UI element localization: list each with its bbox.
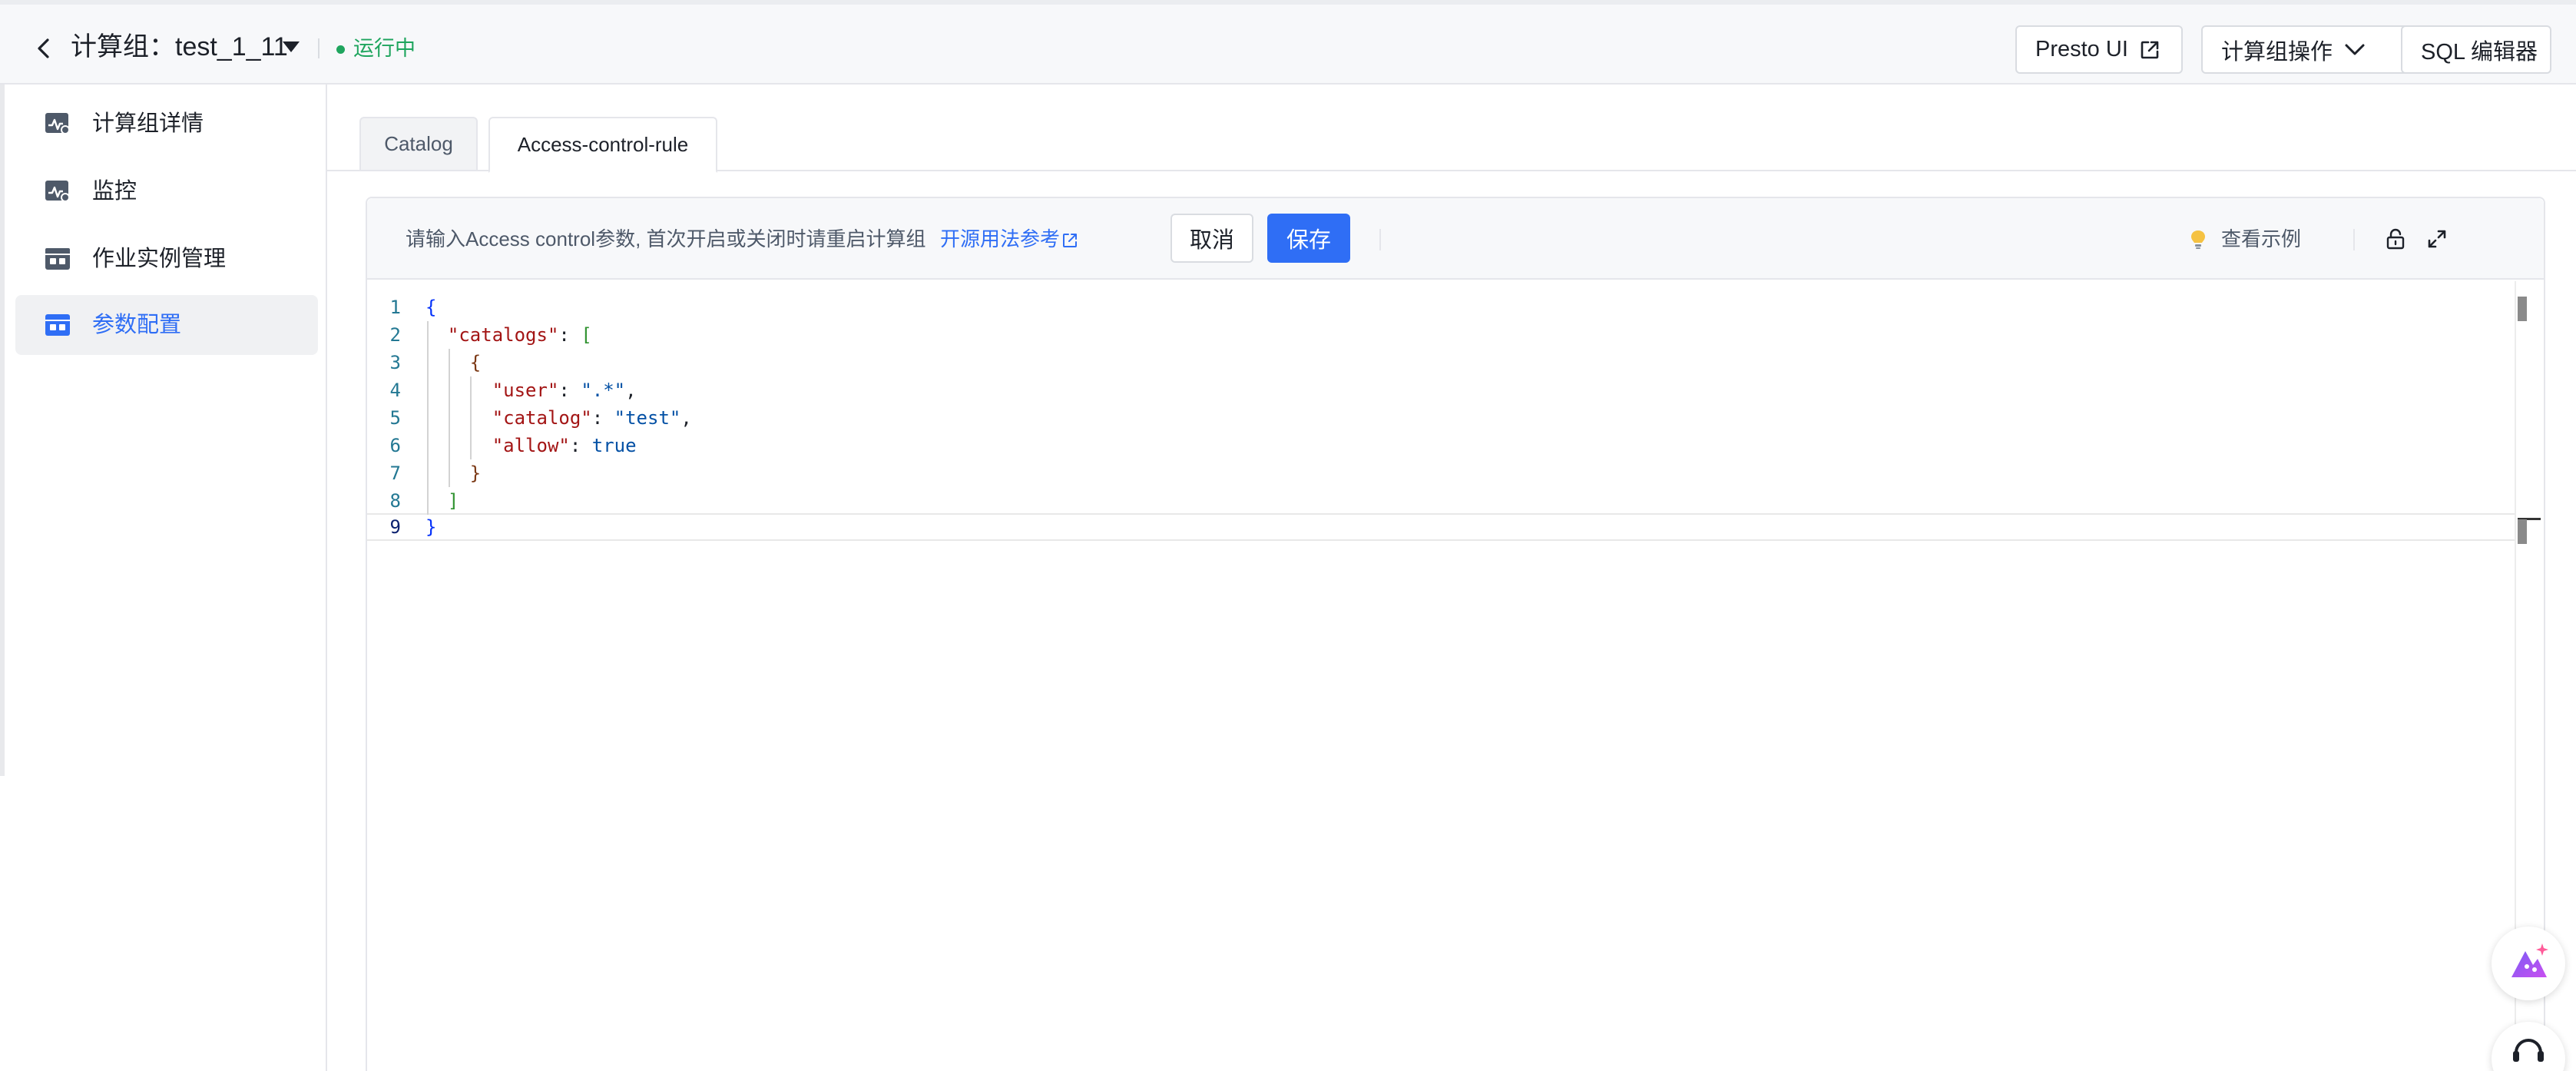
json-key: "catalog" <box>492 407 592 429</box>
code-text: "allow": true <box>492 435 637 456</box>
code-text: "catalogs": [ <box>447 324 592 346</box>
view-example-link[interactable]: 查看示例 <box>2221 224 2301 254</box>
line-number: 1 <box>389 297 401 318</box>
sidebar-item-monitoring[interactable]: 监控 <box>15 161 318 221</box>
bracket-open: [ <box>581 324 592 346</box>
code-text: { <box>425 349 481 376</box>
line-number: 7 <box>389 463 401 484</box>
fullscreen-icon[interactable] <box>2425 227 2449 250</box>
scrollbar-thumb[interactable] <box>2518 297 2527 321</box>
line-number: 8 <box>389 490 401 512</box>
code-text: } <box>425 459 481 487</box>
job-window-icon <box>45 248 70 270</box>
lightbulb-icon[interactable] <box>2189 229 2207 250</box>
ai-assistant-icon <box>2511 943 2548 977</box>
brace-open: { <box>469 352 482 373</box>
open-source-usage-link[interactable]: 开源用法参考 <box>940 224 1060 254</box>
header-divider <box>318 38 320 58</box>
caret-down-icon[interactable] <box>281 40 301 54</box>
code-line: 8 ] <box>367 487 2516 515</box>
sidebar-item-label: 参数配置 <box>92 313 182 337</box>
top-header: 计算组：test_1_11 运行中 Presto UI 计算组操作 SQL 编辑… <box>0 0 2576 85</box>
code-text: "catalog": "test", <box>492 407 692 429</box>
line-number: 9 <box>389 516 401 538</box>
external-link-icon[interactable] <box>1061 232 1078 249</box>
sidebar-item-label: 作业实例管理 <box>92 247 227 271</box>
sql-editor-label: SQL 编辑器 <box>2421 39 2538 65</box>
compute-group-title: 计算组：test_1_11 <box>71 32 288 61</box>
status-dot-icon <box>336 45 345 54</box>
monitor-chart-icon <box>45 113 70 134</box>
brace-close: } <box>425 516 437 538</box>
line-number: 3 <box>389 352 401 373</box>
window-edge <box>0 85 5 776</box>
chevron-down-icon <box>2345 44 2365 55</box>
code-line: 2 "catalogs": [ <box>367 321 2516 349</box>
customer-service-button[interactable] <box>2492 1022 2565 1071</box>
sidebar-item-parameter-config[interactable]: 参数配置 <box>15 295 318 355</box>
headset-icon <box>2513 1039 2544 1062</box>
bracket-close: ] <box>447 490 459 512</box>
save-button[interactable]: 保存 <box>1267 214 1350 263</box>
overview-ruler-mark <box>2518 519 2527 544</box>
code-line: 7 } <box>367 459 2516 487</box>
tab-catalog[interactable]: Catalog <box>359 117 478 171</box>
indent-guide <box>470 376 472 459</box>
sidebar-item-label: 监控 <box>92 179 137 204</box>
json-boolean: true <box>591 435 637 456</box>
code-line: 6 "allow": true <box>367 432 2516 459</box>
sidebar-item-job-instances[interactable]: 作业实例管理 <box>15 229 318 289</box>
chevron-left-icon[interactable] <box>31 35 57 61</box>
editor-panel: 请输入Access control参数, 首次开启或关闭时请重启计算组 开源用法… <box>366 197 2545 1071</box>
json-key: "user" <box>492 380 559 401</box>
code-line: 1 { <box>367 293 2516 321</box>
external-link-icon <box>2141 41 2159 58</box>
code-line: 5 "catalog": "test", <box>367 404 2516 432</box>
indent-guide <box>427 321 429 515</box>
line-number: 6 <box>389 435 401 456</box>
line-number: 2 <box>389 324 401 346</box>
editor-hint-text: 请输入Access control参数, 首次开启或关闭时请重启计算组 <box>406 227 926 250</box>
monitor-chart-icon <box>45 181 70 202</box>
code-text: { <box>425 293 436 321</box>
sidebar-item-label: 计算组详情 <box>92 111 204 136</box>
config-window-icon <box>45 314 70 336</box>
toolbar-separator <box>1379 229 1381 250</box>
editor-toolbar: 请输入Access control参数, 首次开启或关闭时请重启计算组 开源用法… <box>367 198 2544 280</box>
json-string: ".*" <box>581 380 626 401</box>
json-key: "catalogs" <box>447 324 559 346</box>
compute-group-ops-label: 计算组操作 <box>2221 39 2333 65</box>
ai-assistant-button[interactable] <box>2492 927 2565 1000</box>
json-key: "allow" <box>492 435 570 456</box>
status-badge: 运行中 <box>353 37 416 60</box>
line-number: 4 <box>389 380 401 401</box>
indent-guide <box>449 349 450 487</box>
code-line-current: 9 } <box>367 513 2516 541</box>
sidebar-item-compute-group-details[interactable]: 计算组详情 <box>15 94 318 154</box>
code-text: ] <box>425 487 459 515</box>
compute-group-ops-button[interactable]: 计算组操作 <box>2201 25 2427 74</box>
sidebar: 计算组详情 监控 作业实例管理 参数配置 <box>0 85 327 1071</box>
json-string: "test" <box>614 407 681 429</box>
tab-access-control-rule[interactable]: Access-control-rule <box>488 117 717 173</box>
code-line: 4 "user": ".*", <box>367 376 2516 404</box>
unlock-icon[interactable] <box>2384 227 2407 250</box>
cancel-button[interactable]: 取消 <box>1170 214 1253 263</box>
code-text: "user": ".*", <box>492 380 637 401</box>
line-number: 5 <box>389 407 401 429</box>
code-text: } <box>425 513 436 541</box>
sql-editor-button[interactable]: SQL 编辑器 <box>2401 25 2551 74</box>
brace-close: } <box>469 463 482 484</box>
presto-ui-button[interactable]: Presto UI <box>2015 25 2183 74</box>
brace-open: { <box>425 297 437 318</box>
code-line: 3 { <box>367 349 2516 376</box>
toolbar-separator <box>2353 229 2355 250</box>
presto-ui-label: Presto UI <box>2035 37 2128 61</box>
